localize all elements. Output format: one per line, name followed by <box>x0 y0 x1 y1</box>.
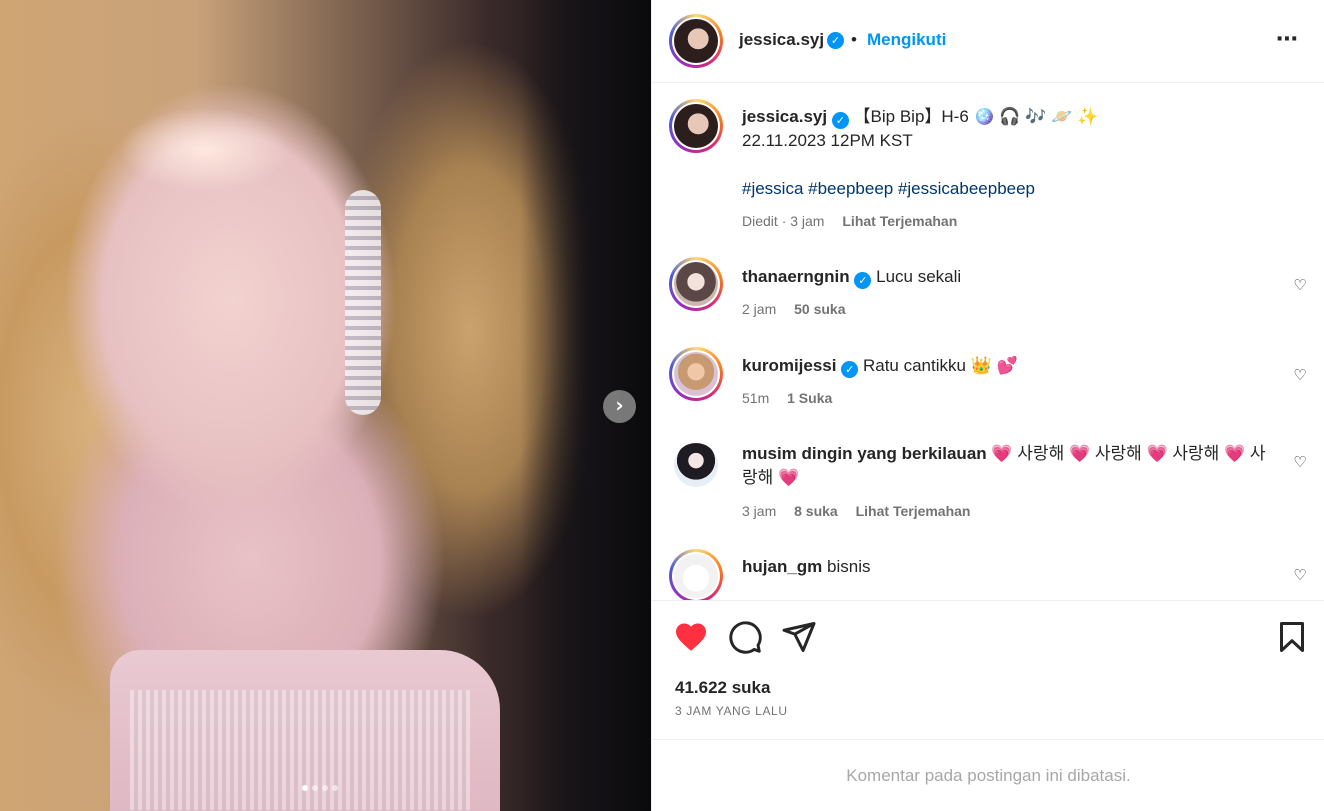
avatar[interactable] <box>669 14 723 68</box>
caption-line2: 22.11.2023 12PM KST <box>742 131 913 150</box>
comments-limited-notice: Komentar pada postingan ini dibatasi. <box>846 766 1131 785</box>
avatar[interactable] <box>669 347 723 401</box>
carousel-dot <box>312 785 318 791</box>
avatar[interactable] <box>669 99 723 153</box>
caption-time: · 3 jam <box>781 213 825 229</box>
comment-time: 51m <box>742 390 770 406</box>
comment-text: kuromijessi ✓ Ratu cantikku 👑 💕 <box>742 354 1275 378</box>
post-photo: › <box>0 0 651 811</box>
heart-outline-icon[interactable]: ♡ <box>1291 566 1309 584</box>
comment-meta: 3 jam 8 suka Lihat Terjemahan <box>742 503 971 519</box>
heart-filled-icon[interactable] <box>673 619 709 655</box>
comment-body: Lucu sekali <box>876 267 962 286</box>
avatar[interactable] <box>669 257 723 311</box>
comment-meta: 51m 1 Suka <box>742 390 832 406</box>
caption-line1: 【Bip Bip】H-6 🪩 🎧 🎶 🪐 ✨ <box>853 107 1099 126</box>
heart-outline-icon[interactable]: ♡ <box>1291 453 1309 471</box>
header-username[interactable]: jessica.syj <box>739 30 824 50</box>
comment-time: 3 jam <box>742 503 777 519</box>
avatar[interactable] <box>669 549 723 600</box>
post-actions: 41.622 suka 3 JAM YANG LALU <box>652 600 1324 740</box>
send-icon[interactable] <box>781 619 817 655</box>
comment-text: thanaerngnin ✓ Lucu sekali <box>742 265 1275 289</box>
comment-username[interactable]: hujan_gm <box>742 557 822 576</box>
caption-text: jessica.syj ✓ 【Bip Bip】H-6 🪩 🎧 🎶 🪐 ✨ 22.… <box>742 105 1275 201</box>
heart-outline-icon[interactable]: ♡ <box>1291 366 1309 384</box>
bookmark-icon[interactable] <box>1274 619 1310 655</box>
comment-username[interactable]: thanaerngnin <box>742 267 850 286</box>
following-button[interactable]: Mengikuti <box>867 30 946 50</box>
heart-outline-icon[interactable]: ♡ <box>1291 276 1309 294</box>
comment-likes[interactable]: 8 suka <box>794 503 838 519</box>
carousel-dot <box>322 785 328 791</box>
photo-earring <box>345 190 381 415</box>
carousel-dot <box>302 785 308 791</box>
comment-likes[interactable]: 1 Suka <box>787 390 832 406</box>
comment-time: 2 jam <box>742 301 777 317</box>
caption-hashtags[interactable]: #jessica #beepbeep #jessicabeepbeep <box>742 179 1035 198</box>
comments-list: jessica.syj ✓ 【Bip Bip】H-6 🪩 🎧 🎶 🪐 ✨ 22.… <box>652 83 1324 600</box>
comment-text: musim dingin yang berkilauan 💗 사랑해 💗 사랑해… <box>742 442 1275 490</box>
likes-count[interactable]: 41.622 suka <box>675 678 770 698</box>
avatar[interactable] <box>669 438 723 492</box>
caption-meta: Diedit · 3 jam Lihat Terjemahan <box>742 213 957 229</box>
carousel-dot <box>332 785 338 791</box>
comment-body: bisnis <box>827 557 871 576</box>
verified-badge-icon: ✓ <box>827 32 844 49</box>
see-translation-link[interactable]: Lihat Terjemahan <box>856 503 971 519</box>
caption-username[interactable]: jessica.syj <box>742 107 827 126</box>
comment-meta: 2 jam 50 suka <box>742 301 846 317</box>
carousel-dots <box>302 785 338 791</box>
verified-badge-icon: ✓ <box>831 112 849 129</box>
comment-body: Ratu cantikku 👑 💕 <box>862 356 1018 375</box>
comment-username[interactable]: kuromijessi <box>742 356 837 375</box>
post-header: jessica.syj ✓ • Mengikuti ⋯ <box>652 0 1324 83</box>
carousel-next-button[interactable]: › <box>603 390 636 423</box>
verified-badge-icon: ✓ <box>854 272 872 289</box>
edited-label: Diedit <box>742 213 778 229</box>
comment-icon[interactable] <box>727 619 763 655</box>
post-panel: jessica.syj ✓ • Mengikuti ⋯ jessica.syj … <box>651 0 1324 811</box>
verified-badge-icon: ✓ <box>841 361 859 378</box>
photo-dress-sparkle <box>130 690 470 810</box>
comment-username[interactable]: musim dingin yang berkilauan <box>742 444 987 463</box>
comment-text: hujan_gm bisnis <box>742 555 1275 579</box>
more-options-icon[interactable]: ⋯ <box>1276 26 1299 52</box>
post-time-ago[interactable]: 3 JAM YANG LALU <box>675 704 788 718</box>
see-translation-link[interactable]: Lihat Terjemahan <box>842 213 957 229</box>
header-separator: • <box>851 30 857 49</box>
comment-likes[interactable]: 50 suka <box>794 301 845 317</box>
